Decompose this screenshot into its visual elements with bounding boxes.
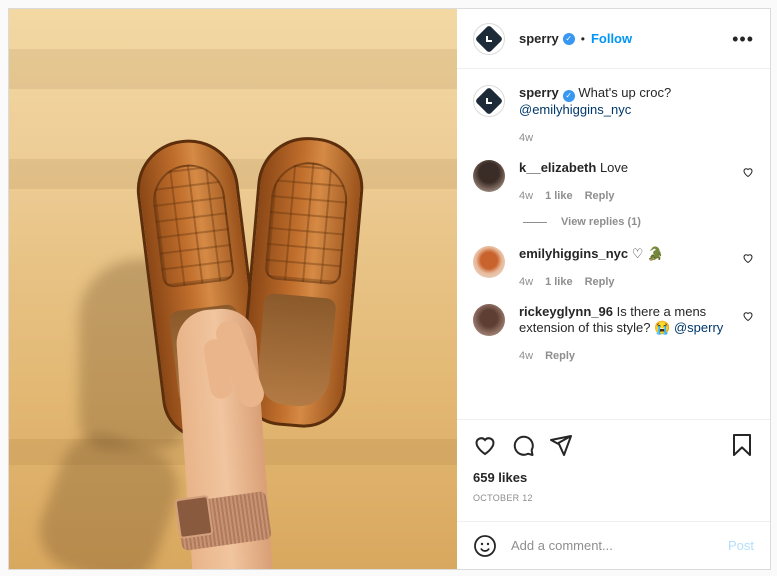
caption: sperry ✓ What's up croc? @emilyhiggins_ny… (473, 85, 754, 146)
reply-button[interactable]: Reply (585, 188, 615, 204)
comment-username[interactable]: k__elizabeth (519, 160, 596, 175)
comment-body: k__elizabeth Love 4w 1 like Reply (519, 160, 754, 204)
reply-button[interactable]: Reply (545, 348, 575, 364)
bookmark-icon[interactable] (730, 433, 754, 457)
view-replies-label: View replies (1) (561, 216, 641, 228)
comment-username[interactable]: emilyhiggins_nyc (519, 246, 628, 261)
comment-meta: 4w 1 like Reply (519, 274, 730, 290)
comment-age[interactable]: 4w (519, 188, 533, 204)
sperry-logo-icon (474, 24, 504, 53)
likes-count[interactable]: 659 likes (473, 470, 754, 485)
comment-like-heart-icon[interactable] (742, 310, 754, 322)
instagram-post: sperry ✓ • Follow ••• sperry ✓ What's up … (8, 8, 771, 570)
croc-texture (149, 160, 236, 289)
post-comment-button[interactable]: Post (728, 538, 754, 553)
replies-line (523, 221, 547, 223)
comment-meta: 4w 1 like Reply (519, 188, 730, 204)
comment-input[interactable]: Add a comment... (511, 538, 613, 553)
comment-like-heart-icon[interactable] (742, 252, 754, 264)
sperry-avatar[interactable] (473, 22, 505, 55)
post-header: sperry ✓ • Follow ••• (457, 9, 770, 69)
caption-text: What's up croc? (578, 85, 672, 100)
comment-username[interactable]: rickeyglynn_96 (519, 304, 613, 319)
commenter-avatar[interactable] (473, 246, 505, 278)
emoji-icon[interactable] (473, 534, 497, 558)
verified-badge-icon: ✓ (562, 32, 575, 45)
comment-item: k__elizabeth Love 4w 1 like Reply (473, 160, 754, 204)
comment-mention-link[interactable]: @sperry (674, 320, 723, 335)
post-sidebar: sperry ✓ • Follow ••• sperry ✓ What's up … (457, 9, 770, 569)
comment-body: rickeyglynn_96 Is there a mens extension… (519, 304, 754, 364)
commenter-avatar[interactable] (473, 160, 505, 192)
comment-age[interactable]: 4w (519, 274, 533, 290)
post-photo[interactable] (9, 9, 457, 569)
caption-username[interactable]: sperry (519, 85, 559, 100)
view-replies-button[interactable]: View replies (1) (523, 216, 754, 228)
caption-meta: 4w (519, 130, 730, 146)
post-actions: 659 likes OCTOBER 12 (457, 419, 770, 521)
separator-dot: • (580, 31, 585, 46)
heart-icon[interactable] (473, 433, 497, 457)
follow-button[interactable]: Follow (591, 31, 632, 46)
watch-face (174, 494, 214, 540)
comment-likes[interactable]: 1 like (545, 188, 573, 204)
post-date[interactable]: OCTOBER 12 (473, 493, 754, 503)
comment-meta: 4w Reply (519, 348, 730, 364)
more-options-icon[interactable]: ••• (732, 30, 754, 48)
comment-item: emilyhiggins_nyc ♡ 🐊 4w 1 like Reply (473, 246, 754, 290)
caption-mention-link[interactable]: @emilyhiggins_nyc (519, 102, 631, 117)
add-comment-bar: Add a comment... Post (457, 521, 770, 569)
shoe-insole (255, 292, 337, 409)
action-buttons (473, 432, 754, 458)
comments-list: sperry ✓ What's up croc? @emilyhiggins_ny… (457, 69, 770, 419)
commenter-avatar[interactable] (473, 304, 505, 336)
share-icon[interactable] (549, 433, 573, 457)
comment-age[interactable]: 4w (519, 348, 533, 364)
light-stripe (9, 49, 457, 89)
comment-item: rickeyglynn_96 Is there a mens extension… (473, 304, 754, 364)
caption-age[interactable]: 4w (519, 130, 533, 146)
sperry-logo-icon (474, 86, 504, 116)
comment-text: ♡ 🐊 (631, 246, 664, 261)
comment-likes[interactable]: 1 like (545, 274, 573, 290)
comment-text: Love (599, 160, 629, 175)
sperry-avatar[interactable] (473, 85, 505, 117)
croc-texture (264, 159, 351, 286)
caption-body: sperry ✓ What's up croc? @emilyhiggins_ny… (519, 85, 754, 146)
account-username[interactable]: sperry (519, 31, 559, 46)
reply-button[interactable]: Reply (585, 274, 615, 290)
verified-badge-icon: ✓ (562, 90, 575, 102)
comment-body: emilyhiggins_nyc ♡ 🐊 4w 1 like Reply (519, 246, 754, 290)
comment-icon[interactable] (511, 433, 535, 457)
comment-like-heart-icon[interactable] (742, 166, 754, 178)
